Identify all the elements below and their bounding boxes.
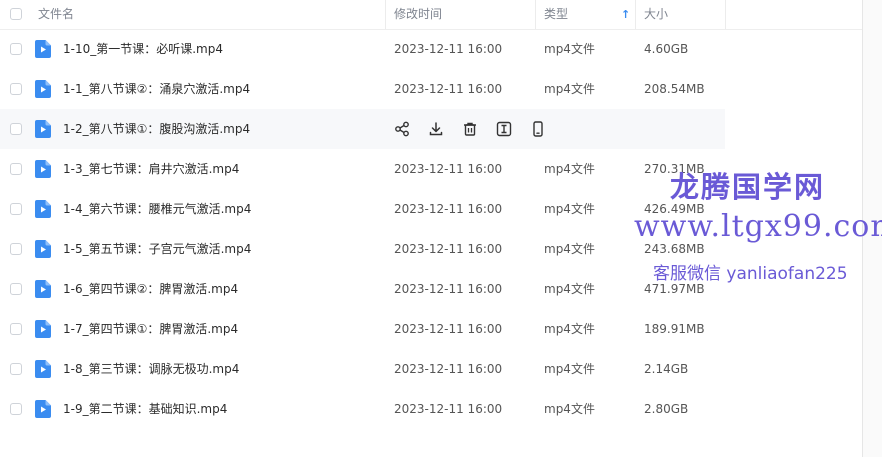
row-checkbox[interactable] [10, 123, 22, 135]
file-size: 426.49MB [644, 202, 705, 216]
video-file-icon [35, 80, 51, 98]
file-type: mp4文件 [544, 162, 595, 176]
file-list-panel: 文件名 修改时间 类型 ↑ 大小 1-10_第一节课：必听课.mp4 2023-1… [0, 0, 862, 457]
file-row[interactable]: 1-7_第四节课①：脾胃激活.mp4 2023-12-11 16:00 mp4文件 1… [0, 309, 725, 349]
download-icon[interactable] [427, 120, 445, 138]
row-checkbox[interactable] [10, 283, 22, 295]
file-row[interactable]: 1-8_第三节课：调脉无极功.mp4 2023-12-11 16:00 mp4文件 2… [0, 349, 725, 389]
file-row[interactable]: 1-10_第一节课：必听课.mp4 2023-12-11 16:00 mp4文件 4.… [0, 29, 725, 69]
rename-icon[interactable] [495, 120, 513, 138]
column-divider[interactable] [635, 0, 636, 29]
file-size: 208.54MB [644, 82, 705, 96]
file-name[interactable]: 1-3_第七节课：肩井穴激活.mp4 [63, 149, 239, 189]
file-size: 189.91MB [644, 322, 705, 336]
column-header-size[interactable]: 大小 [644, 0, 668, 29]
file-name[interactable]: 1-9_第二节课：基础知识.mp4 [63, 389, 227, 429]
file-type: mp4文件 [544, 202, 595, 216]
file-name[interactable]: 1-4_第六节课：腰椎元气激活.mp4 [63, 189, 251, 229]
video-file-icon [35, 120, 51, 138]
video-file-icon [35, 200, 51, 218]
file-modified-time: 2023-12-11 16:00 [394, 42, 503, 56]
file-type: mp4文件 [544, 362, 595, 376]
video-file-icon [35, 280, 51, 298]
share-icon[interactable] [393, 120, 411, 138]
file-list-header: 文件名 修改时间 类型 ↑ 大小 [0, 0, 862, 30]
row-checkbox[interactable] [10, 363, 22, 375]
video-file-icon [35, 320, 51, 338]
file-size: 471.97MB [644, 282, 705, 296]
file-row[interactable]: 1-1_第八节课②：涌泉穴激活.mp4 2023-12-11 16:00 mp4文件… [0, 69, 725, 109]
row-checkbox[interactable] [10, 403, 22, 415]
file-modified-time: 2023-12-11 16:00 [394, 242, 503, 256]
file-type: mp4文件 [544, 82, 595, 96]
file-name[interactable]: 1-10_第一节课：必听课.mp4 [63, 29, 223, 69]
file-row[interactable]: 1-3_第七节课：肩井穴激活.mp4 2023-12-11 16:00 mp4文件 2… [0, 149, 725, 189]
column-divider[interactable] [385, 0, 386, 29]
video-file-icon [35, 160, 51, 178]
select-all-checkbox[interactable] [10, 8, 22, 20]
file-size: 4.60GB [644, 42, 689, 56]
file-size: 2.80GB [644, 402, 689, 416]
column-divider[interactable] [535, 0, 536, 29]
column-divider[interactable] [725, 0, 726, 29]
file-modified-time: 2023-12-11 16:00 [394, 362, 503, 376]
row-checkbox[interactable] [10, 43, 22, 55]
file-name[interactable]: 1-6_第四节课②：脾胃激活.mp4 [63, 269, 238, 309]
scrollbar-track[interactable] [863, 0, 882, 457]
row-checkbox[interactable] [10, 83, 22, 95]
file-row[interactable]: 1-4_第六节课：腰椎元气激活.mp4 2023-12-11 16:00 mp4文件… [0, 189, 725, 229]
file-size: 2.14GB [644, 362, 689, 376]
file-size: 270.31MB [644, 162, 705, 176]
row-checkbox[interactable] [10, 323, 22, 335]
row-checkbox[interactable] [10, 203, 22, 215]
row-checkbox[interactable] [10, 243, 22, 255]
file-modified-time: 2023-12-11 16:00 [394, 82, 503, 96]
file-name[interactable]: 1-1_第八节课②：涌泉穴激活.mp4 [63, 69, 250, 109]
file-type: mp4文件 [544, 322, 595, 336]
file-modified-time: 2023-12-11 16:00 [394, 322, 503, 336]
video-file-icon [35, 400, 51, 418]
file-row[interactable]: 1-5_第五节课：子宫元气激活.mp4 2023-12-11 16:00 mp4文件… [0, 229, 725, 269]
row-checkbox[interactable] [10, 163, 22, 175]
video-file-icon [35, 40, 51, 58]
file-name[interactable]: 1-2_第八节课①：腹股沟激活.mp4 [63, 109, 250, 149]
file-type: mp4文件 [544, 242, 595, 256]
file-type: mp4文件 [544, 42, 595, 56]
delete-icon[interactable] [461, 120, 479, 138]
file-row[interactable]: 1-6_第四节课②：脾胃激活.mp4 2023-12-11 16:00 mp4文件 4… [0, 269, 725, 309]
file-modified-time: 2023-12-11 16:00 [394, 402, 503, 416]
file-row[interactable]: 1-9_第二节课：基础知识.mp4 2023-12-11 16:00 mp4文件 2.… [0, 389, 725, 429]
video-file-icon [35, 360, 51, 378]
column-header-type[interactable]: 类型 [544, 0, 568, 29]
file-name[interactable]: 1-5_第五节课：子宫元气激活.mp4 [63, 229, 251, 269]
file-size: 243.68MB [644, 242, 705, 256]
column-header-name[interactable]: 文件名 [38, 0, 74, 29]
file-modified-time: 2023-12-11 16:00 [394, 162, 503, 176]
file-name[interactable]: 1-8_第三节课：调脉无极功.mp4 [63, 349, 239, 389]
file-name[interactable]: 1-7_第四节课①：脾胃激活.mp4 [63, 309, 238, 349]
file-modified-time: 2023-12-11 16:00 [394, 202, 503, 216]
column-header-modified[interactable]: 修改时间 [394, 0, 442, 29]
file-modified-time: 2023-12-11 16:00 [394, 282, 503, 296]
mobile-icon[interactable] [529, 120, 547, 138]
file-type: mp4文件 [544, 282, 595, 296]
sort-ascending-icon[interactable]: ↑ [621, 0, 630, 29]
file-type: mp4文件 [544, 402, 595, 416]
file-row[interactable]: 1-2_第八节课①：腹股沟激活.mp4 [0, 109, 725, 149]
video-file-icon [35, 240, 51, 258]
